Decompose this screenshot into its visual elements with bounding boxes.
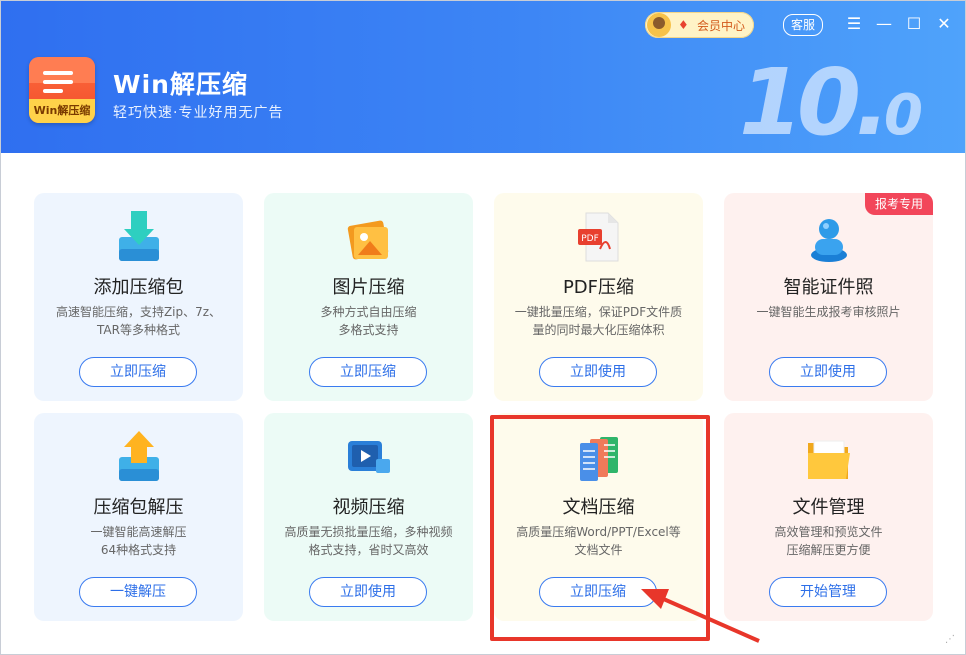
card-extract-archive[interactable]: 压缩包解压 一键智能高速解压 64种格式支持 一键解压 — [34, 413, 243, 621]
card-id-photo[interactable]: 报考专用 智能证件照 一键智能生成报考审核照片 立即使用 — [724, 193, 933, 401]
avatar — [647, 13, 671, 37]
card-title: 添加压缩包 — [93, 277, 184, 298]
menu-icon[interactable]: ☰ — [843, 13, 865, 35]
card-image-compress[interactable]: 图片压缩 多种方式自由压缩 多格式支持 立即压缩 — [264, 193, 473, 401]
card-title: 视频压缩 — [332, 497, 405, 518]
one-click-extract-button[interactable]: 一键解压 — [79, 577, 197, 607]
member-center-button[interactable]: ♦ 会员中心 — [645, 12, 754, 38]
app-window: Win解压缩 Win解压缩 轻巧快速·专业好用无广告 10.0 ♦ 会员中心 客… — [0, 0, 966, 655]
use-now-button[interactable]: 立即使用 — [769, 357, 887, 387]
card-pdf-compress[interactable]: PDF PDF压缩 一键批量压缩，保证PDF文件质 量的同时最大化压缩体积 立即… — [494, 193, 703, 401]
card-title: 图片压缩 — [332, 277, 405, 298]
diamond-icon: ♦ — [678, 18, 689, 32]
close-icon[interactable]: ✕ — [933, 13, 955, 35]
use-now-button[interactable]: 立即使用 — [539, 357, 657, 387]
exam-tag-badge: 报考专用 — [865, 193, 933, 215]
card-desc: 一键智能生成报考审核照片 — [756, 305, 901, 319]
card-title: 压缩包解压 — [93, 497, 184, 518]
card-desc: 高速智能压缩，支持Zip、7z、 TAR等多种格式 — [55, 305, 222, 337]
version-number: 10.0 — [739, 49, 923, 153]
person-icon — [811, 219, 847, 262]
card-title: 智能证件照 — [783, 277, 874, 298]
card-desc: 高效管理和预览文件 压缩解压更方便 — [774, 525, 883, 557]
app-logo: Win解压缩 — [29, 57, 95, 123]
member-center-label: 会员中心 — [697, 19, 746, 33]
app-title: Win解压缩 — [113, 70, 248, 99]
minimize-icon[interactable]: — — [873, 13, 895, 35]
card-add-archive[interactable]: 添加压缩包 高速智能压缩，支持Zip、7z、 TAR等多种格式 立即压缩 — [34, 193, 243, 401]
card-desc: 多种方式自由压缩 多格式支持 — [320, 305, 417, 337]
maximize-icon[interactable]: ☐ — [903, 13, 925, 35]
card-title: 文件管理 — [792, 497, 865, 518]
start-manage-button[interactable]: 开始管理 — [769, 577, 887, 607]
card-desc: 一键智能高速解压 64种格式支持 — [90, 525, 187, 557]
card-desc: 一键批量压缩，保证PDF文件质 量的同时最大化压缩体积 — [514, 305, 683, 337]
header: Win解压缩 Win解压缩 轻巧快速·专业好用无广告 10.0 ♦ 会员中心 客… — [1, 1, 965, 153]
use-now-button[interactable]: 立即使用 — [309, 577, 427, 607]
logo-text: Win解压缩 — [29, 99, 95, 123]
pdf-icon: PDF — [578, 212, 619, 262]
compress-now-button[interactable]: 立即压缩 — [309, 357, 427, 387]
app-subtitle: 轻巧快速·专业好用无广告 — [113, 105, 284, 121]
annotation-arrow-icon — [641, 589, 760, 643]
video-icon — [348, 441, 390, 473]
folder-icon — [808, 440, 850, 479]
card-title: PDF压缩 — [562, 277, 635, 298]
card-video-compress[interactable]: 视频压缩 高质量无损批量压缩，多种视频 格式支持，省时又高效 立即使用 — [264, 413, 473, 621]
image-icon — [347, 220, 389, 260]
card-desc: 高质量无损批量压缩，多种视频 格式支持，省时又高效 — [284, 525, 453, 557]
compress-now-button[interactable]: 立即压缩 — [79, 357, 197, 387]
download-box-icon — [119, 211, 159, 261]
svg-text:PDF: PDF — [581, 234, 599, 244]
upload-box-icon — [119, 431, 159, 481]
menu-lines-icon — [43, 71, 73, 98]
resize-grip-icon[interactable]: ⋰ — [945, 634, 959, 648]
customer-service-button[interactable]: 客服 — [783, 14, 823, 36]
